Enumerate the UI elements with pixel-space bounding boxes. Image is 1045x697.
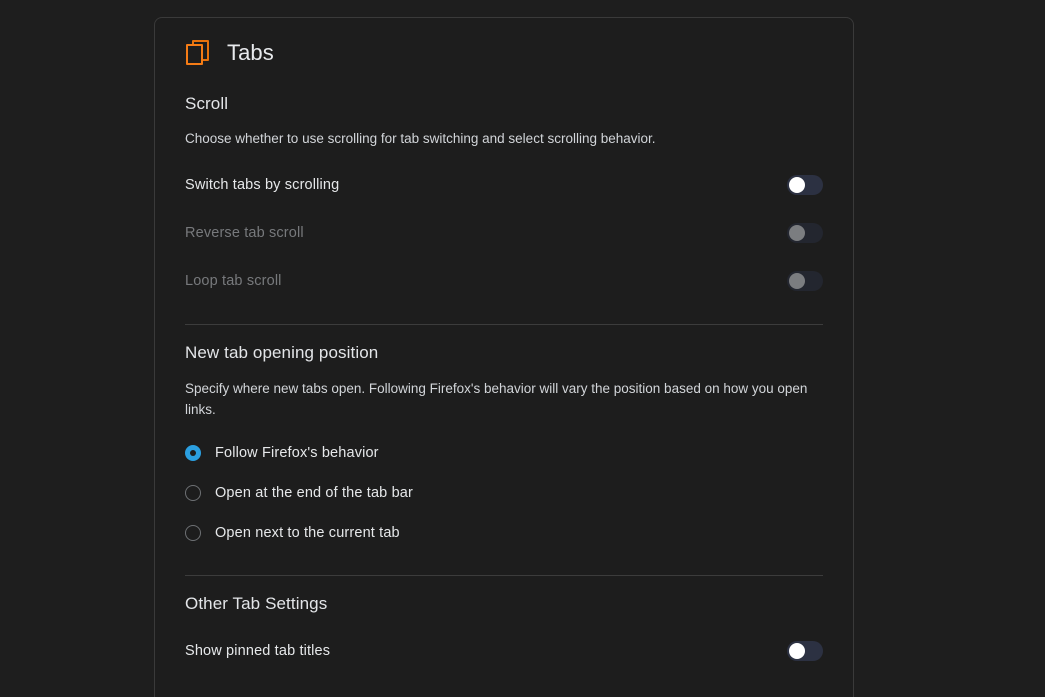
setting-label-switch-tabs-by-scrolling: Switch tabs by scrolling (185, 176, 340, 193)
section-description-scroll: Choose whether to use scrolling for tab … (185, 131, 656, 146)
section-heading-scroll: Scroll (185, 94, 229, 113)
tabs-settings-panel: Tabs Scroll Choose whether to use scroll… (154, 17, 854, 697)
setting-label-reverse-tab-scroll: Reverse tab scroll (185, 224, 304, 241)
toggle-switch-tabs-by-scrolling[interactable] (787, 174, 823, 195)
radio-icon-unselected[interactable] (185, 484, 201, 501)
radio-icon-selected[interactable] (185, 444, 201, 461)
radio-label-end-of-tab-bar: Open at the end of the tab bar (215, 484, 413, 501)
setting-row-reverse-tab-scroll: Reverse tab scroll (185, 216, 823, 250)
radio-option-follow-firefox-behavior[interactable]: Follow Firefox's behavior (185, 433, 823, 473)
setting-label-loop-tab-scroll: Loop tab scroll (185, 272, 282, 289)
tabs-icon-front-sheet (186, 43, 203, 65)
toggle-reverse-tab-scroll (787, 222, 823, 243)
section-divider-1 (185, 323, 823, 325)
toggle-knob (789, 176, 805, 193)
section-description-new-tab-position: Specify where new tabs open. Following F… (185, 380, 808, 417)
radio-label-follow-firefox-behavior: Follow Firefox's behavior (215, 444, 379, 461)
radio-option-end-of-tab-bar[interactable]: Open at the end of the tab bar (185, 473, 823, 513)
section-divider-2 (185, 574, 823, 576)
radio-option-next-to-current-tab[interactable]: Open next to the current tab (185, 513, 823, 553)
radio-icon-unselected[interactable] (185, 524, 201, 541)
setting-row-switch-tabs-by-scrolling[interactable]: Switch tabs by scrolling (185, 168, 823, 202)
toggle-knob (789, 224, 805, 241)
setting-row-show-pinned-tab-titles[interactable]: Show pinned tab titles (185, 634, 823, 668)
toggle-loop-tab-scroll (787, 270, 823, 291)
section-heading-other-tab-settings: Other Tab Settings (185, 593, 328, 613)
setting-label-show-pinned-tab-titles: Show pinned tab titles (185, 642, 331, 659)
toggle-knob (789, 272, 805, 289)
tabs-icon (185, 39, 215, 67)
section-heading-new-tab-position: New tab opening position (185, 342, 379, 362)
page-header: Tabs (185, 18, 823, 70)
toggle-show-pinned-tab-titles[interactable] (787, 640, 823, 661)
page-title: Tabs (227, 39, 274, 65)
radio-label-next-to-current-tab: Open next to the current tab (215, 524, 400, 541)
setting-row-loop-tab-scroll: Loop tab scroll (185, 264, 823, 298)
radio-group-new-tab-position: Follow Firefox's behavior Open at the en… (185, 433, 823, 553)
toggle-knob (789, 642, 805, 659)
